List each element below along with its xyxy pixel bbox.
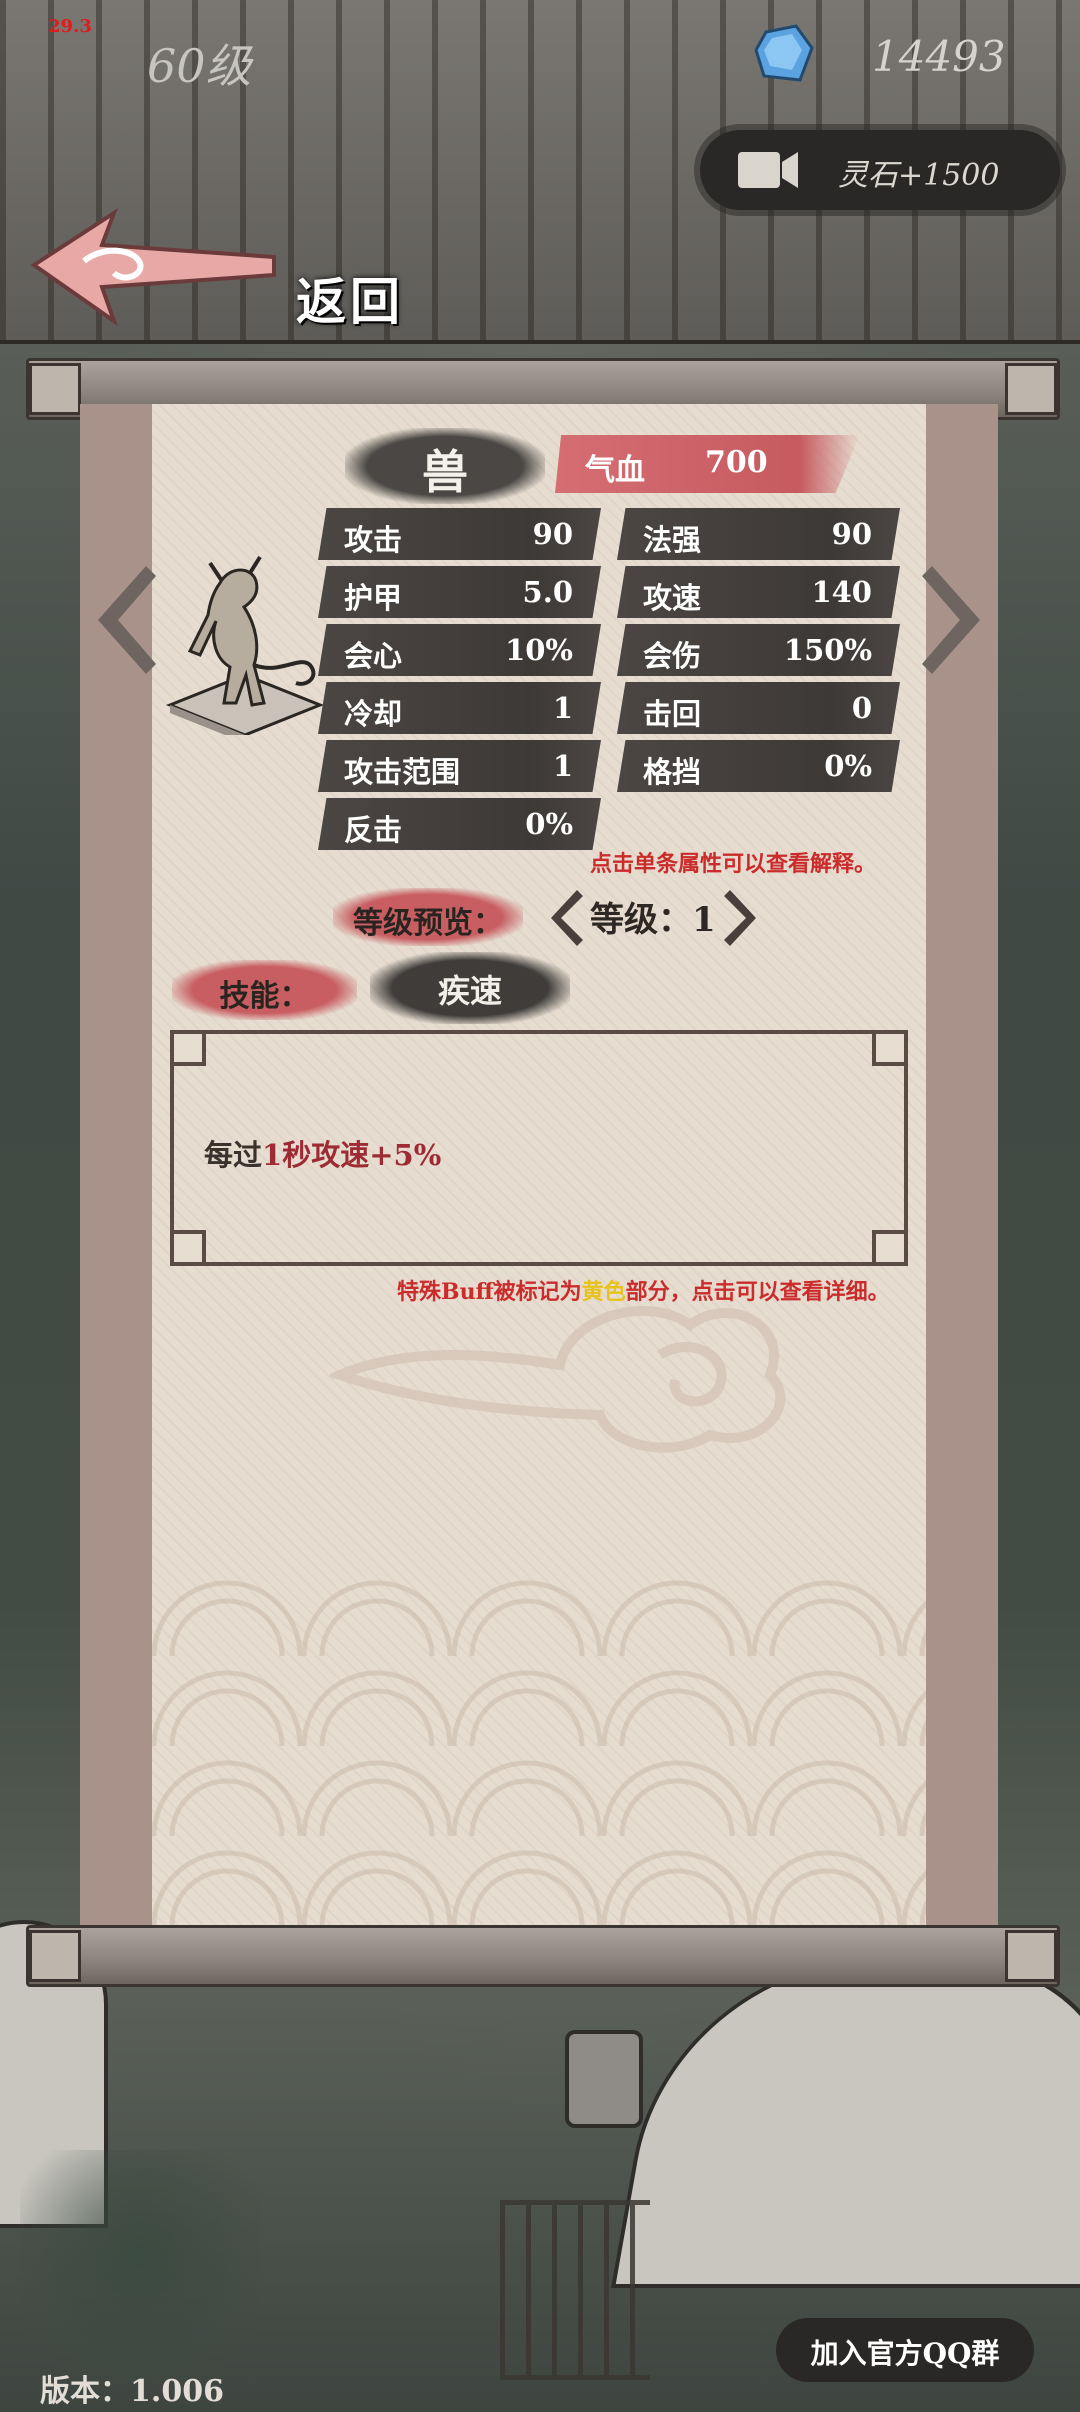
hp-bar[interactable]: 气血 700 — [555, 435, 860, 493]
stat-crit-rate[interactable]: 会心 10% — [318, 624, 601, 676]
stat-value: 1 — [552, 691, 573, 725]
level-value: 等级：1 — [590, 900, 716, 940]
stat-value: 150% — [783, 633, 872, 667]
spirit-stone-count: 14493 — [872, 32, 1006, 81]
hp-value: 700 — [705, 445, 768, 480]
spirit-stone-icon — [754, 24, 814, 82]
rod-cap — [1005, 363, 1057, 415]
skill-name: 疾速 — [437, 972, 502, 1010]
stat-value: 0 — [851, 691, 872, 725]
back-button-label[interactable]: 返回 — [296, 262, 404, 334]
stat-key: 攻击范围 — [344, 755, 461, 789]
unit-name: 兽 — [422, 445, 468, 499]
hp-label: 气血 — [585, 453, 645, 488]
stat-key: 击回 — [643, 697, 702, 731]
skill-label-banner: 技能： — [172, 960, 357, 1020]
skill-label: 技能： — [219, 979, 310, 1014]
skill-name-button[interactable]: 疾速 — [370, 952, 570, 1024]
version-label: 版本：1.006 — [40, 2374, 224, 2409]
desc-highlight[interactable]: 攻速 — [311, 1138, 369, 1172]
cloud-ornament — [330, 1306, 786, 1453]
stat-key: 攻速 — [643, 581, 702, 615]
rod-cap — [1005, 1930, 1057, 1982]
desc-highlight[interactable]: +5% — [369, 1138, 441, 1172]
desc-text: 每过 — [204, 1138, 263, 1172]
join-qq-group-button[interactable]: 加入官方QQ群 — [776, 2318, 1034, 2382]
tent — [611, 1960, 1080, 2288]
fps-badge: 29.3 — [48, 16, 92, 37]
stat-value: 90 — [532, 517, 573, 551]
level-increase-chevron-icon[interactable] — [722, 888, 762, 948]
stat-key: 格挡 — [643, 755, 702, 789]
stat-block[interactable]: 格挡 0% — [617, 740, 900, 792]
stat-key: 会心 — [344, 639, 403, 673]
stat-value: 10% — [505, 633, 573, 667]
stat-crit-damage[interactable]: 会伤 150% — [617, 624, 900, 676]
stat-value: 140 — [811, 575, 872, 609]
level-preview-label-banner: 等级预览： — [333, 888, 523, 946]
stat-value: 5.0 — [522, 575, 573, 609]
box-corner — [872, 1230, 908, 1266]
level-decrease-chevron-icon[interactable] — [545, 888, 585, 948]
box-corner — [170, 1030, 206, 1066]
stat-magic-power[interactable]: 法强 90 — [617, 508, 900, 560]
scroll-rod-bottom — [26, 1925, 1060, 1987]
rod-cap — [29, 1930, 81, 1982]
stat-hit-recovery[interactable]: 击回 0 — [617, 682, 900, 734]
barrel — [565, 2030, 643, 2128]
stat-key: 冷却 — [344, 697, 403, 731]
skill-description-box[interactable]: 每过1秒攻速+5% — [170, 1030, 908, 1266]
stat-key: 会伤 — [643, 639, 702, 673]
stat-value: 0% — [525, 807, 573, 841]
stat-counter[interactable]: 反击 0% — [318, 798, 601, 850]
stat-cooldown[interactable]: 冷却 1 — [318, 682, 601, 734]
video-reward-button[interactable]: 灵石+1500 — [700, 130, 1060, 210]
stat-attack-speed[interactable]: 攻速 140 — [617, 566, 900, 618]
wave-pattern — [152, 1566, 926, 1926]
stat-armor[interactable]: 护甲 5.0 — [318, 566, 601, 618]
level-preview-label: 等级预览： — [353, 906, 503, 941]
next-unit-chevron-icon[interactable] — [914, 560, 994, 680]
stat-attack-range[interactable]: 攻击范围 1 — [318, 740, 601, 792]
stat-hint: 点击单条属性可以查看解释。 — [590, 851, 877, 877]
stat-attack[interactable]: 攻击 90 — [318, 508, 601, 560]
prev-unit-chevron-icon[interactable] — [84, 560, 164, 680]
box-corner — [872, 1030, 908, 1066]
stat-key: 攻击 — [344, 523, 403, 557]
stat-key: 护甲 — [344, 581, 403, 615]
stat-value: 1 — [552, 749, 573, 783]
join-qq-group-label: 加入官方QQ群 — [810, 2337, 1000, 2370]
unit-name-banner: 兽 — [345, 428, 545, 504]
player-level: 60级 — [147, 39, 252, 93]
skill-description: 每过1秒攻速+5% — [204, 1132, 441, 1174]
wooden-cage — [500, 2200, 650, 2380]
stat-key: 反击 — [344, 813, 403, 847]
desc-highlight[interactable]: 1秒 — [262, 1138, 311, 1172]
stat-value: 90 — [831, 517, 872, 551]
stat-value: 0% — [824, 749, 872, 783]
stat-key: 法强 — [643, 523, 702, 557]
buff-hint-text: 部分，点击可以查看详细。 — [625, 1279, 890, 1305]
beast-unit-portrait — [165, 555, 325, 735]
back-arrow-icon[interactable] — [24, 205, 284, 335]
rod-cap — [29, 363, 81, 415]
buff-hint: 特殊Buff被标记为黄色部分，点击可以查看详细。 — [397, 1274, 890, 1306]
video-reward-label: 灵石+1500 — [838, 158, 1000, 193]
buff-hint-text: 特殊Buff被标记为 — [397, 1279, 582, 1305]
box-corner — [170, 1230, 206, 1266]
buff-hint-yellow: 黄色 — [581, 1279, 626, 1305]
video-camera-icon — [738, 152, 798, 188]
